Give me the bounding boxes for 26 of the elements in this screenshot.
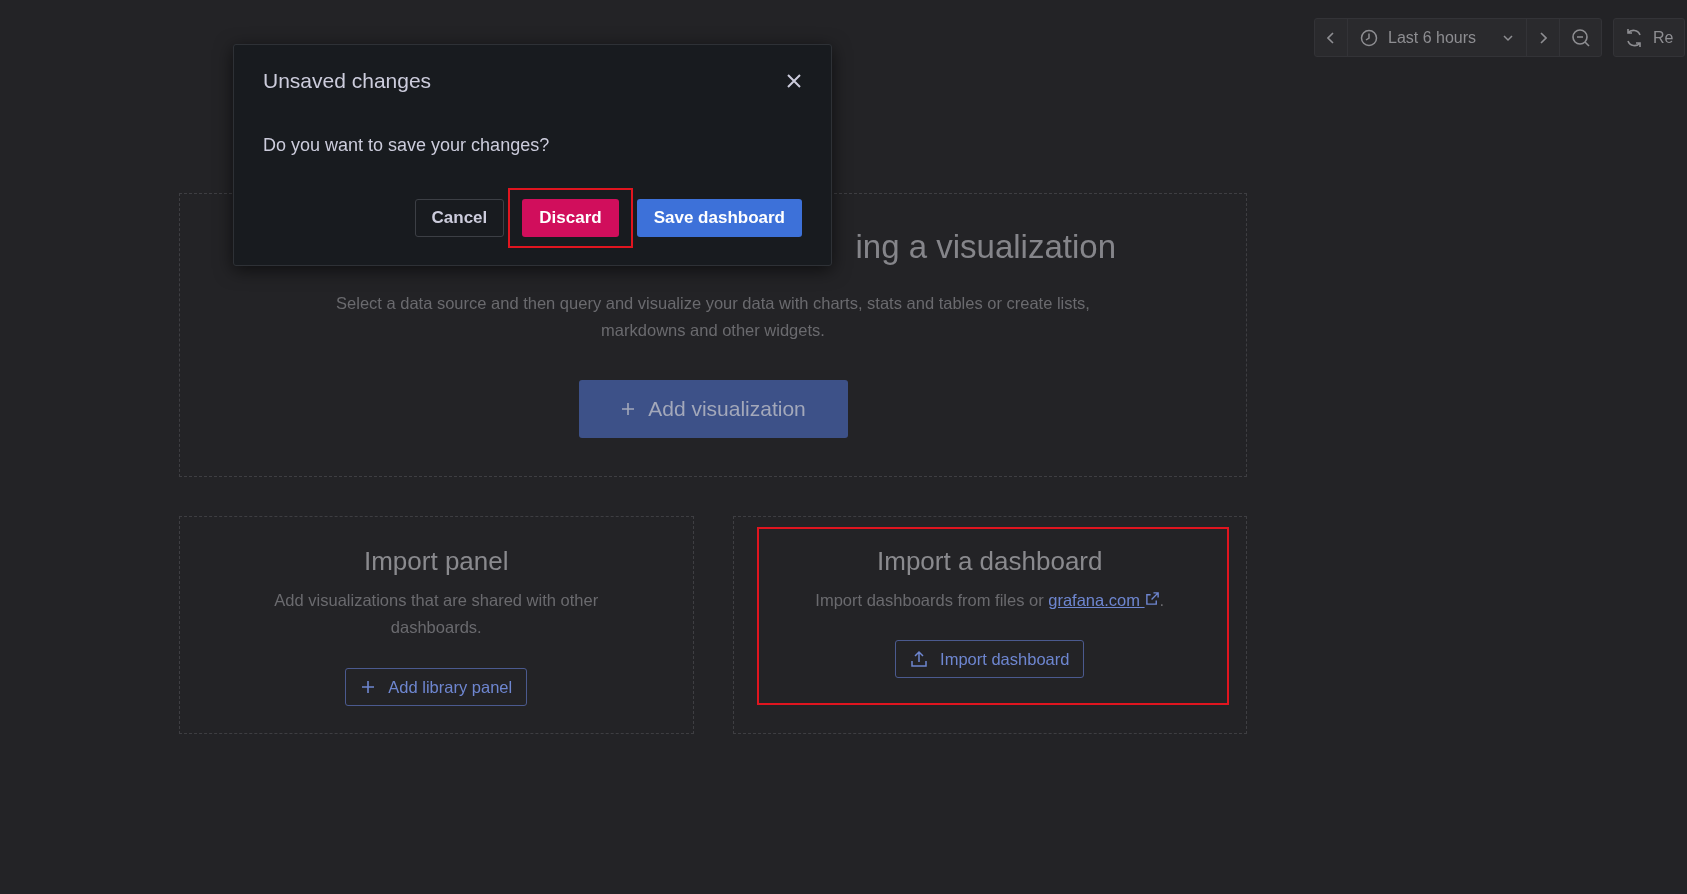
close-icon[interactable] — [786, 73, 802, 89]
import-button[interactable]: Add library panel — [345, 668, 528, 706]
card-description: Add visualizations that are shared with other dashboards. — [273, 590, 600, 638]
card-heading: Import a dashboard — [877, 546, 1103, 577]
save-button[interactable]: Save dashboard — [636, 199, 802, 237]
zoom-out-icon — [1570, 27, 1591, 48]
discard-button[interactable]: Discard — [522, 199, 619, 237]
refresh-button[interactable]: Re — [1613, 18, 1685, 57]
add-visualization-button[interactable]: Add visualization — [578, 380, 848, 438]
plus-icon — [620, 401, 637, 417]
panel-description: Select a data source and then query and visualize your data with charts, stats and tables or create lists, markdowns and other widgets. — [335, 293, 1091, 341]
plus-icon — [360, 679, 377, 695]
cancel-button[interactable]: Cancel — [414, 199, 505, 237]
dialog-message: Do you want to save your changes? — [263, 135, 551, 156]
external-link-icon — [1144, 591, 1160, 606]
link[interactable]: grafana.com — [1048, 591, 1160, 609]
chevron-down-icon — [1502, 33, 1515, 42]
import-button[interactable]: Import dashboard — [895, 640, 1085, 678]
upload-icon — [910, 650, 929, 668]
chevron-left-icon — [1327, 31, 1335, 44]
panel-heading: ing a visualization — [855, 228, 1116, 266]
card-heading: Import panel — [364, 546, 509, 577]
clock-icon — [1360, 28, 1378, 47]
dialog-title: Unsaved changes — [263, 69, 432, 93]
chevron-right-icon — [1539, 31, 1548, 44]
card-description: Import dashboards from files or grafana.com . — [815, 590, 1165, 611]
